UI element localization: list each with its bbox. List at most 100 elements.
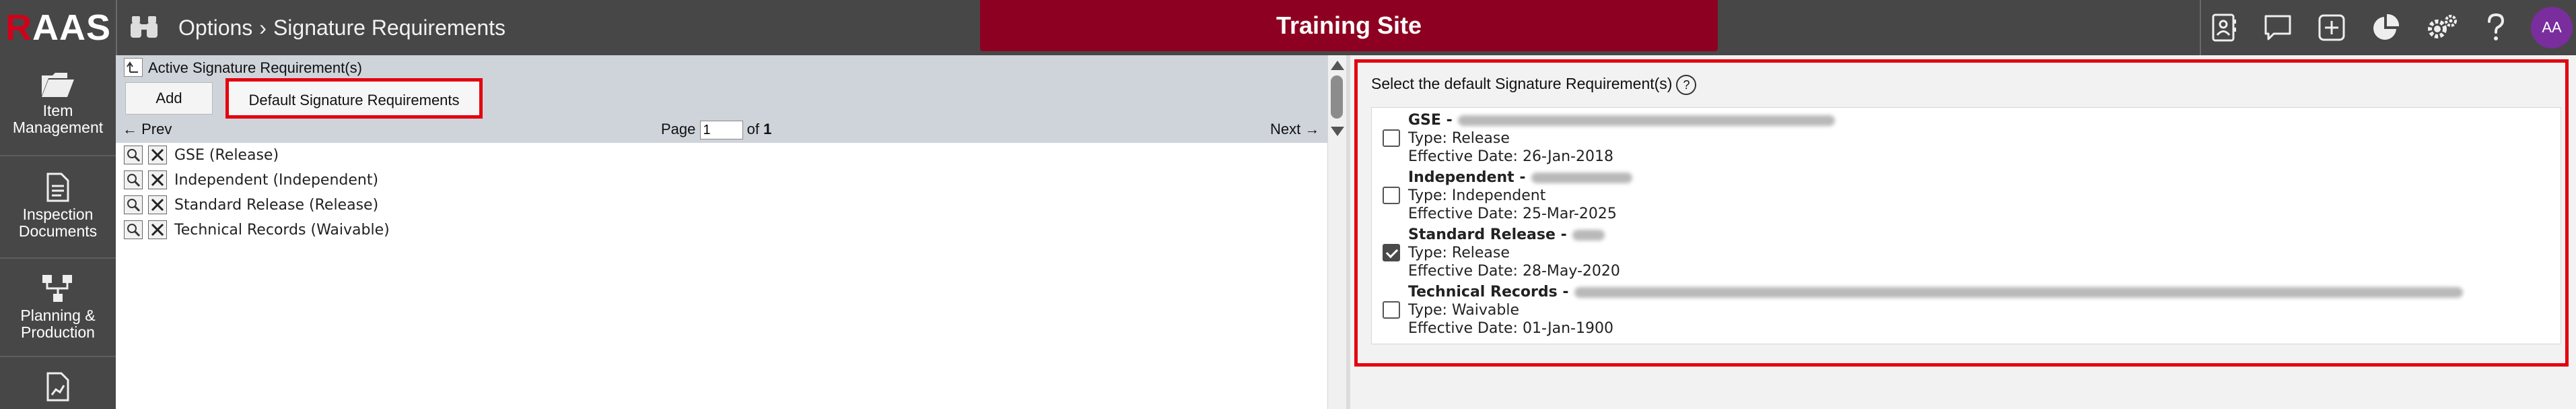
settings-gears-icon[interactable] <box>2423 9 2461 46</box>
report-icon <box>46 372 69 402</box>
requirement-checkbox[interactable] <box>1383 129 1400 147</box>
site-banner: Training Site <box>980 0 1718 51</box>
list-item-label[interactable]: Standard Release (Release) <box>174 193 378 218</box>
contact-card-icon[interactable] <box>2205 9 2243 46</box>
nav-label-line1: Item <box>42 102 73 119</box>
redacted-description <box>1531 172 1632 183</box>
requirement-option: Technical Records - Type: Waivable Effec… <box>1372 284 2556 340</box>
nav-item-reports[interactable] <box>0 372 116 406</box>
requirement-name: GSE - <box>1408 112 1453 129</box>
scroll-thumb[interactable] <box>1331 75 1343 119</box>
signature-requirements-list-panel: Active Signature Requirement(s) Add Defa… <box>116 55 1327 409</box>
redacted-description <box>1574 287 2463 298</box>
list-item-label[interactable]: Independent (Independent) <box>174 168 378 193</box>
requirement-type: Type: Independent <box>1408 187 1546 204</box>
breadcrumb-separator: › <box>259 15 267 40</box>
requirement-effective-date: Effective Date: 25-Mar-2025 <box>1408 206 1617 222</box>
requirement-type: Type: Waivable <box>1408 302 1519 319</box>
total-pages: 1 <box>763 121 772 137</box>
breadcrumb-options[interactable]: Options <box>178 15 252 40</box>
requirement-name: Standard Release - <box>1408 226 1567 243</box>
prev-page-link[interactable]: ← Prev <box>123 121 172 138</box>
default-requirements-title-text: Select the default Signature Requirement… <box>1371 75 1673 93</box>
list-item: Technical Records (Waivable) <box>116 218 1327 243</box>
list-item-label[interactable]: GSE (Release) <box>174 143 279 168</box>
requirement-effective-date: Effective Date: 26-Jan-2018 <box>1408 148 1613 165</box>
requirement-option: Standard Release - Type: Release Effecti… <box>1372 226 2556 283</box>
scroll-down-arrow-icon[interactable] <box>1331 127 1344 136</box>
nav-divider <box>0 155 116 156</box>
default-requirements-panel: Select the default Signature Requirement… <box>1350 55 2576 409</box>
requirement-effective-date: Effective Date: 28-May-2020 <box>1408 263 1620 280</box>
requirement-option: GSE - Type: Release Effective Date: 26-J… <box>1372 112 2556 168</box>
nav-divider <box>0 257 116 259</box>
topbar-divider <box>116 0 117 55</box>
requirement-checkbox[interactable] <box>1383 301 1400 319</box>
delete-x-icon[interactable] <box>148 146 167 164</box>
logo-letters: AAS <box>32 7 112 48</box>
nav-label-line1: Planning & <box>20 307 96 324</box>
breadcrumb: Options › Signature Requirements <box>178 0 506 55</box>
add-icon[interactable] <box>2313 9 2351 46</box>
requirement-type: Type: Release <box>1408 130 1510 147</box>
nav-label-line2: Management <box>12 119 104 136</box>
binoculars-icon[interactable] <box>129 13 159 40</box>
requirement-name: Technical Records - <box>1408 284 1569 301</box>
up-level-icon[interactable] <box>124 58 143 77</box>
pagination: Page of 1 <box>661 121 772 140</box>
requirement-effective-date: Effective Date: 01-Jan-1900 <box>1408 320 1613 337</box>
logo-letter-r: R <box>5 7 32 48</box>
view-magnifier-icon[interactable] <box>124 170 143 189</box>
page-number-input[interactable] <box>699 121 743 140</box>
view-magnifier-icon[interactable] <box>124 146 143 164</box>
nav-item-management[interactable]: Item Management <box>0 70 116 136</box>
document-icon <box>46 172 69 202</box>
list-item: GSE (Release) <box>116 143 1327 168</box>
breadcrumb-current: Signature Requirements <box>273 15 506 40</box>
list-item: Standard Release (Release) <box>116 193 1327 218</box>
chat-icon[interactable] <box>2259 9 2297 46</box>
nav-divider <box>0 356 116 357</box>
next-page-link[interactable]: Next → <box>1270 121 1319 138</box>
default-requirements-title: Select the default Signature Requirement… <box>1371 75 1697 95</box>
view-magnifier-icon[interactable] <box>124 220 143 239</box>
delete-x-icon[interactable] <box>148 195 167 214</box>
redacted-description <box>1572 230 1605 241</box>
question-circle-icon[interactable]: ? <box>1676 75 1697 95</box>
nav-label-line2: Documents <box>18 222 98 240</box>
top-bar: RAAS Options › Signature Requirements Trai… <box>0 0 2576 55</box>
raas-logo[interactable]: RAAS <box>5 8 111 47</box>
default-requirements-highlight: Select the default Signature Requirement… <box>1354 59 2569 367</box>
scroll-up-arrow-icon[interactable] <box>1331 61 1344 70</box>
requirement-option: Independent - Type: Independent Effectiv… <box>1372 169 2556 226</box>
list-item-label[interactable]: Technical Records (Waivable) <box>174 218 390 243</box>
redacted-description <box>1457 115 1835 126</box>
help-icon[interactable] <box>2477 9 2515 46</box>
folder-icon <box>42 73 74 97</box>
delete-x-icon[interactable] <box>148 220 167 239</box>
list-item: Independent (Independent) <box>116 168 1327 193</box>
default-signature-requirements-button[interactable]: Default Signature Requirements <box>225 78 483 119</box>
requirement-checkbox-checked[interactable] <box>1383 244 1400 261</box>
pie-chart-icon[interactable] <box>2367 9 2404 46</box>
page-label: Page <box>661 121 696 137</box>
delete-x-icon[interactable] <box>148 170 167 189</box>
left-nav: Item Management Inspection Documents Pla… <box>0 55 116 409</box>
view-magnifier-icon[interactable] <box>124 195 143 214</box>
default-requirements-list: GSE - Type: Release Effective Date: 26-J… <box>1371 107 2561 344</box>
requirement-name: Independent - <box>1408 169 1526 186</box>
list-scrollbar[interactable] <box>1327 55 1347 409</box>
requirement-checkbox[interactable] <box>1383 187 1400 204</box>
nav-label-line2: Production <box>21 323 95 341</box>
nav-item-planning-production[interactable]: Planning & Production <box>0 274 116 341</box>
requirement-type: Type: Release <box>1408 245 1510 261</box>
user-avatar[interactable]: AA <box>2531 7 2573 49</box>
nav-label-line1: Inspection <box>22 206 94 223</box>
nav-item-inspection-documents[interactable]: Inspection Documents <box>0 172 116 240</box>
signature-requirements-list: GSE (Release) Independent (Independent) … <box>116 143 1327 243</box>
add-button[interactable]: Add <box>125 82 213 115</box>
topbar-divider <box>2200 0 2201 55</box>
workflow-icon <box>42 275 72 302</box>
toolbar-title: Active Signature Requirement(s) <box>148 59 362 76</box>
list-toolbar: Active Signature Requirement(s) Add Defa… <box>116 55 1327 143</box>
